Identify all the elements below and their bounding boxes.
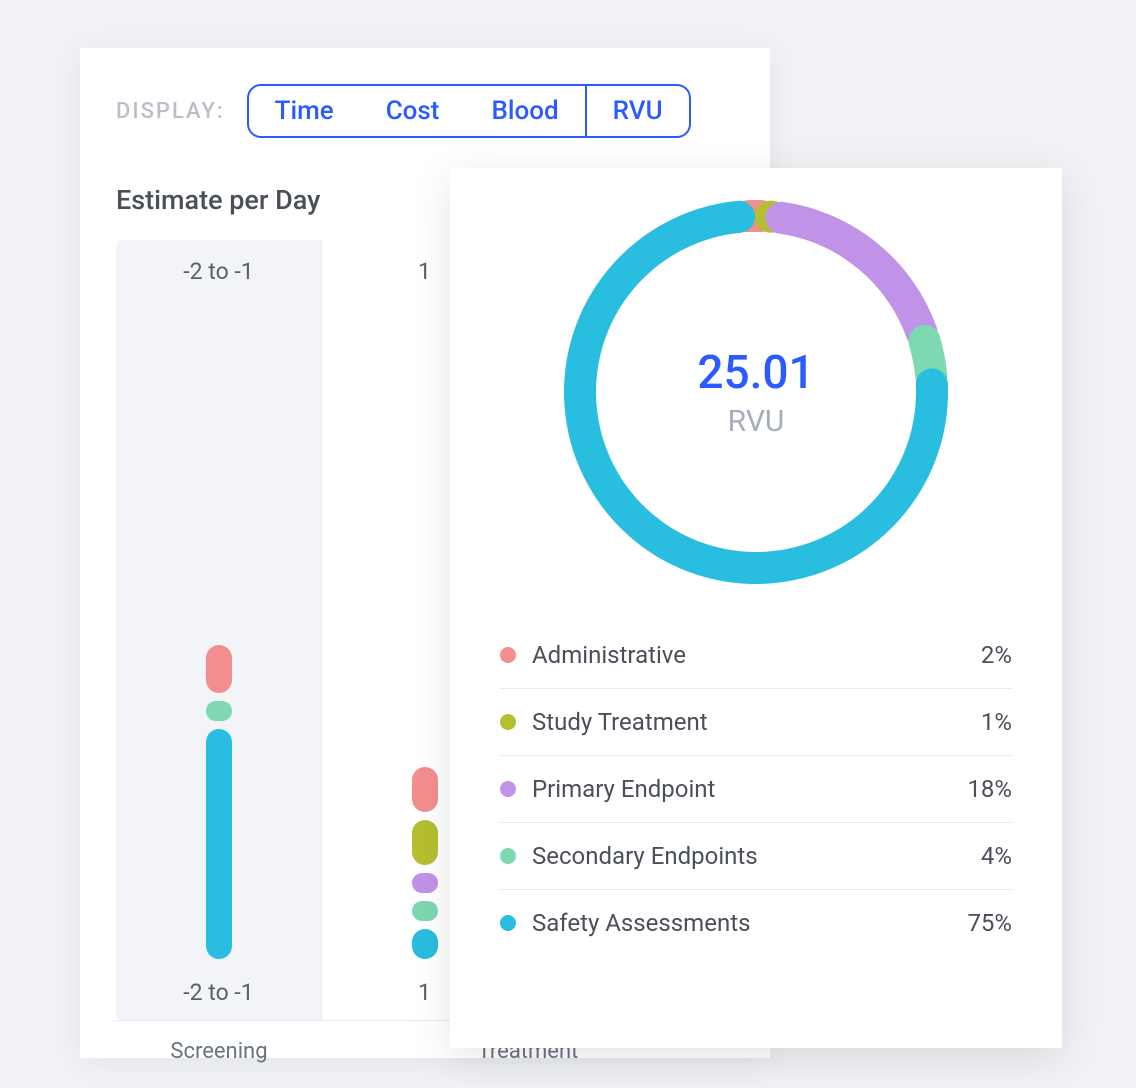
bar-segment — [412, 929, 438, 959]
bar-segment — [412, 901, 438, 921]
donut-center: 25.01 RVU — [556, 192, 956, 592]
legend-left: Study Treatment — [500, 708, 708, 736]
legend-percent: 75% — [967, 909, 1012, 937]
legend-row: Administrative 2% — [500, 622, 1012, 689]
legend-left: Primary Endpoint — [500, 775, 715, 803]
bar-segment — [412, 767, 438, 812]
legend-percent: 1% — [981, 708, 1012, 736]
legend-row: Primary Endpoint 18% — [500, 756, 1012, 823]
legend-dot-icon — [500, 915, 516, 931]
legend-label: Secondary Endpoints — [532, 842, 758, 870]
legend-row: Secondary Endpoints 4% — [500, 823, 1012, 890]
legend-label: Administrative — [532, 641, 686, 669]
display-segmented-control: TimeCostBloodRVU — [247, 84, 691, 138]
display-tab-cost[interactable]: Cost — [360, 86, 466, 136]
bar-segment — [412, 873, 438, 893]
stacked-bar — [412, 767, 438, 959]
bar-segment — [206, 729, 232, 959]
display-tab-rvu[interactable]: RVU — [585, 86, 689, 136]
display-tab-blood[interactable]: Blood — [465, 86, 584, 136]
donut-chart: 25.01 RVU — [556, 192, 956, 592]
legend-dot-icon — [500, 848, 516, 864]
legend-dot-icon — [500, 647, 516, 663]
legend-left: Safety Assessments — [500, 909, 750, 937]
display-tabs-row: DISPLAY: TimeCostBloodRVU — [116, 84, 734, 138]
bar-segment — [206, 701, 232, 721]
donut-legend: Administrative 2% Study Treatment 1% Primary… — [500, 622, 1012, 956]
donut-value: 25.01 — [697, 346, 814, 400]
legend-row: Safety Assessments 75% — [500, 890, 1012, 956]
bar-column: -2 to -1 -2 to -1 — [116, 240, 322, 1020]
legend-row: Study Treatment 1% — [500, 689, 1012, 756]
legend-label: Primary Endpoint — [532, 775, 715, 803]
group-label: Screening — [116, 1020, 322, 1064]
legend-percent: 4% — [981, 842, 1012, 870]
legend-left: Administrative — [500, 641, 686, 669]
bar-segment — [206, 645, 232, 693]
legend-dot-icon — [500, 714, 516, 730]
bar-segment — [412, 820, 438, 865]
display-label: DISPLAY: — [116, 99, 225, 124]
donut-unit: RVU — [728, 404, 785, 439]
legend-label: Safety Assessments — [532, 909, 750, 937]
legend-label: Study Treatment — [532, 708, 708, 736]
breakdown-card: 25.01 RVU Administrative 2% Study Treatmen… — [450, 168, 1062, 1048]
legend-percent: 18% — [967, 775, 1012, 803]
legend-dot-icon — [500, 781, 516, 797]
col-header: -2 to -1 — [116, 240, 321, 303]
legend-percent: 2% — [981, 641, 1012, 669]
col-footer-label: -2 to -1 — [116, 965, 321, 1020]
legend-left: Secondary Endpoints — [500, 842, 758, 870]
stacked-bar — [206, 645, 232, 959]
display-tab-time[interactable]: Time — [249, 86, 360, 136]
col-body — [116, 303, 321, 965]
